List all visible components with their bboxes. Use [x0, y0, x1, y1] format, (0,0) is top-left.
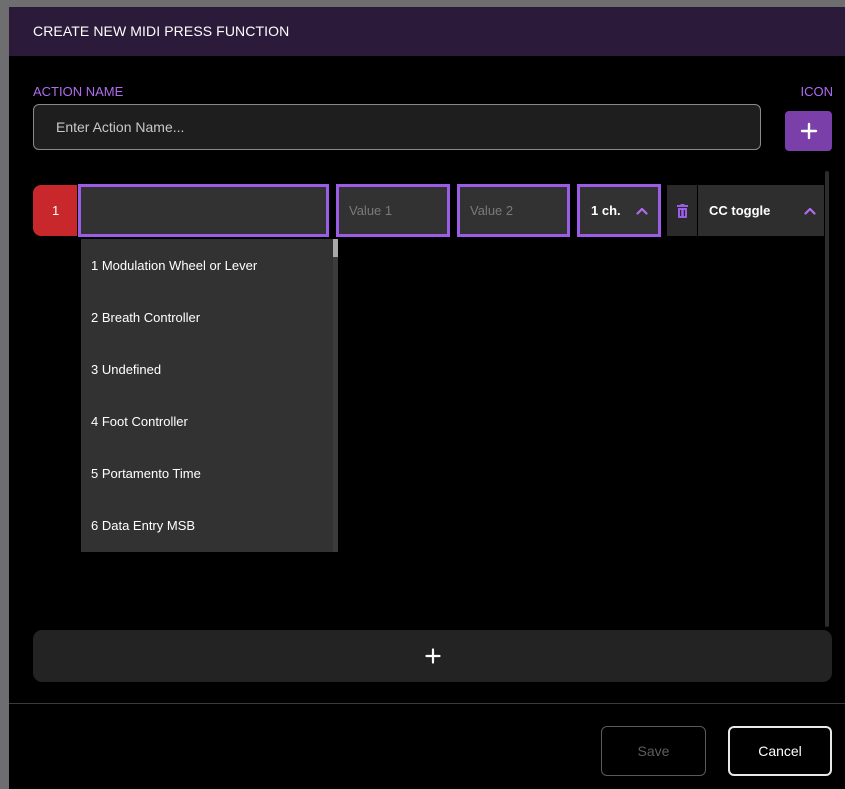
row-index-badge: 1	[33, 185, 77, 236]
add-row-button[interactable]	[33, 630, 832, 682]
action-type-select[interactable]: CC toggle	[698, 185, 824, 236]
plus-icon	[800, 122, 817, 140]
dropdown-option[interactable]: 6 Data Entry MSB	[81, 500, 338, 552]
action-name-input[interactable]	[33, 104, 761, 150]
icon-label: ICON	[800, 84, 834, 99]
footer-divider	[9, 703, 845, 704]
cc-dropdown-list: 1 Modulation Wheel or Lever 2 Breath Con…	[81, 239, 338, 552]
channel-value: 1 ch.	[591, 203, 621, 218]
action-name-label: ACTION NAME	[33, 84, 124, 99]
dropdown-option[interactable]: 1 Modulation Wheel or Lever	[81, 240, 338, 292]
dialog-title: CREATE NEW MIDI PRESS FUNCTION	[9, 7, 845, 56]
plus-icon	[424, 648, 441, 664]
channel-select[interactable]: 1 ch.	[577, 184, 661, 237]
delete-row-button[interactable]	[667, 185, 697, 236]
chevron-up-icon	[804, 207, 816, 215]
midi-press-function-dialog: CREATE NEW MIDI PRESS FUNCTION ACTION NA…	[9, 7, 845, 789]
dropdown-scroll-thumb[interactable]	[333, 239, 338, 257]
rows-scrollbar[interactable]	[825, 171, 829, 627]
value1-input[interactable]	[336, 184, 450, 237]
dropdown-option[interactable]: 2 Breath Controller	[81, 292, 338, 344]
trash-icon	[676, 203, 688, 218]
icon-add-button[interactable]	[785, 111, 832, 151]
dropdown-option[interactable]: 4 Foot Controller	[81, 396, 338, 448]
save-button[interactable]: Save	[601, 726, 706, 776]
dropdown-scrollbar[interactable]	[333, 239, 338, 552]
dropdown-option[interactable]: 3 Undefined	[81, 344, 338, 396]
chevron-up-icon	[636, 207, 648, 215]
dropdown-option[interactable]: 5 Portamento Time	[81, 448, 338, 500]
cc-search-input[interactable]	[78, 184, 329, 237]
cancel-button[interactable]: Cancel	[728, 726, 832, 776]
action-type-value: CC toggle	[709, 203, 771, 218]
value2-input[interactable]	[457, 184, 570, 237]
